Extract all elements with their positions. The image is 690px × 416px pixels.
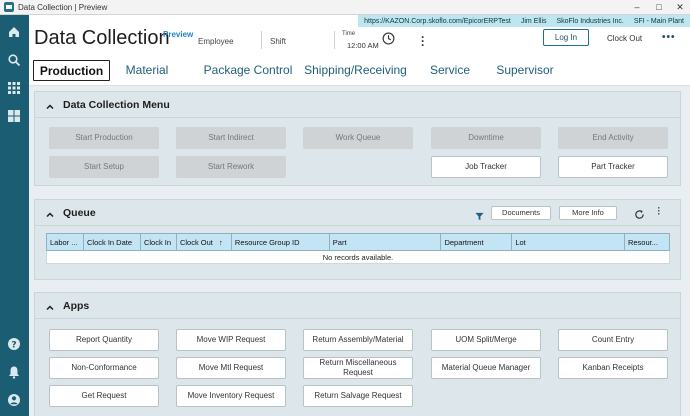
panel-title: Data Collection Menu [63, 99, 170, 111]
clock-out-link[interactable]: Clock Out [607, 34, 642, 43]
divider [261, 31, 262, 49]
dashboard-icon[interactable] [7, 109, 21, 123]
apps-grid-icon[interactable] [7, 81, 21, 95]
apps-panel: Apps Report Quantity Move WIP Request Re… [34, 292, 681, 416]
move-wip-request-button[interactable]: Move WIP Request [176, 329, 286, 351]
job-tracker-button[interactable]: Job Tracker [431, 156, 541, 178]
get-request-button[interactable]: Get Request [49, 385, 159, 407]
column-header[interactable]: Part [328, 233, 442, 251]
time-value: 12:00 AM [347, 41, 379, 50]
tab-supervisor[interactable]: Supervisor [495, 60, 555, 81]
svg-text:?: ? [11, 341, 16, 351]
column-header[interactable]: Clock In [139, 233, 177, 251]
maximize-icon[interactable]: □ [652, 1, 666, 13]
column-header[interactable]: Resource Group ID [230, 233, 330, 251]
column-header[interactable]: Clock In Date [82, 233, 141, 251]
column-header-label: Clock Out [179, 237, 213, 247]
header-more-icon[interactable]: · · · [420, 31, 426, 51]
queue-panel: Queue Documents More Info · · · Labor ... … [34, 199, 681, 280]
env-user: Jim Ellis [520, 17, 547, 25]
tab-service[interactable]: Service [428, 60, 472, 81]
search-icon[interactable] [7, 53, 21, 67]
shift-label: Shift [270, 37, 287, 46]
chevron-up-icon[interactable] [45, 99, 55, 110]
work-queue-button[interactable]: Work Queue [303, 127, 413, 149]
help-icon[interactable]: ? [7, 337, 21, 351]
chevron-up-icon[interactable] [45, 300, 55, 311]
left-rail: ? [0, 15, 29, 416]
table-header-row: Labor ... Clock In Date Clock In Clock O… [46, 233, 671, 251]
report-quantity-button[interactable]: Report Quantity [49, 329, 159, 351]
column-header[interactable]: Department [440, 233, 513, 251]
column-header[interactable]: Labor ... [46, 233, 84, 251]
employee-label: Employee [198, 37, 234, 46]
queue-table: Labor ... Clock In Date Clock In Clock O… [46, 233, 671, 264]
move-inventory-request-button[interactable]: Move Inventory Request [176, 385, 286, 407]
material-queue-manager-button[interactable]: Material Queue Manager [431, 357, 541, 379]
tab-bar: Production Material Package Control Ship… [29, 57, 690, 86]
column-header[interactable]: Lot [511, 233, 625, 251]
tab-production[interactable]: Production [33, 60, 110, 81]
start-indirect-button[interactable]: Start Indirect [176, 127, 286, 149]
kanban-receipts-button[interactable]: Kanban Receipts [558, 357, 668, 379]
env-plant: SFI - Main Plant [633, 17, 684, 25]
panel-header: Data Collection Menu [35, 92, 680, 118]
tab-material[interactable]: Material [121, 60, 173, 81]
start-rework-button[interactable]: Start Rework [176, 156, 286, 178]
data-collection-menu-panel: Data Collection Menu Start Production St… [34, 91, 681, 186]
panel-title: Apps [63, 300, 90, 312]
divider [334, 31, 335, 49]
preview-badge: Preview [163, 30, 194, 39]
window-titlebar: Data Collection | Preview – □ ✕ [0, 0, 690, 15]
page-title: Data Collection [34, 27, 170, 49]
home-icon[interactable] [7, 25, 21, 39]
more-info-button[interactable]: More Info [559, 206, 617, 220]
return-miscellaneous-request-button[interactable]: Return Miscellaneous Request [303, 357, 413, 379]
login-button[interactable]: Log In [543, 29, 589, 46]
app-icon [4, 2, 14, 12]
panel-header: Apps [35, 293, 680, 319]
start-setup-button[interactable]: Start Setup [49, 156, 159, 178]
table-row: No records available. [46, 250, 670, 264]
tab-shipping-receiving[interactable]: Shipping/Receiving [304, 60, 407, 81]
close-icon[interactable]: ✕ [673, 1, 687, 13]
refresh-icon[interactable] [634, 207, 645, 219]
env-url: https://KAZON.Corp.skoflo.com/EpicorERPT… [364, 17, 511, 25]
count-entry-button[interactable]: Count Entry [558, 329, 668, 351]
queue-more-icon[interactable]: · · · [656, 204, 662, 219]
non-conformance-button[interactable]: Non-Conformance [49, 357, 159, 379]
overflow-menu-icon[interactable]: ••• [662, 32, 676, 43]
notifications-icon[interactable] [7, 365, 21, 379]
window-title: Data Collection | Preview [18, 3, 108, 12]
return-assembly-material-button[interactable]: Return Assembly/Material [303, 329, 413, 351]
column-header[interactable]: Clock Out ↑ [175, 233, 232, 251]
empty-message: No records available. [46, 250, 670, 264]
app-header: https://KAZON.Corp.skoflo.com/EpicorERPT… [29, 15, 690, 57]
tab-package-control[interactable]: Package Control [192, 60, 304, 81]
filter-icon[interactable] [475, 208, 484, 221]
minimize-icon[interactable]: – [630, 1, 644, 13]
part-tracker-button[interactable]: Part Tracker [558, 156, 668, 178]
panel-header: Queue Documents More Info · · · [35, 200, 680, 226]
column-header[interactable]: Resour... [623, 233, 671, 251]
sort-asc-icon[interactable]: ↑ [219, 238, 223, 247]
user-icon[interactable] [7, 393, 21, 407]
documents-button[interactable]: Documents [491, 206, 551, 220]
environment-bar: https://KAZON.Corp.skoflo.com/EpicorERPT… [358, 15, 690, 27]
move-mtl-request-button[interactable]: Move Mtl Request [176, 357, 286, 379]
downtime-button[interactable]: Downtime [431, 127, 541, 149]
return-salvage-request-button[interactable]: Return Salvage Request [303, 385, 413, 407]
start-production-button[interactable]: Start Production [49, 127, 159, 149]
end-activity-button[interactable]: End Activity [558, 127, 668, 149]
panel-title: Queue [63, 207, 96, 219]
time-label: Time [342, 31, 356, 37]
env-company: SkoFlo Industries Inc. [556, 17, 624, 25]
clock-icon[interactable] [382, 32, 395, 45]
uom-split-merge-button[interactable]: UOM Split/Merge [431, 329, 541, 351]
chevron-up-icon[interactable] [45, 207, 55, 218]
